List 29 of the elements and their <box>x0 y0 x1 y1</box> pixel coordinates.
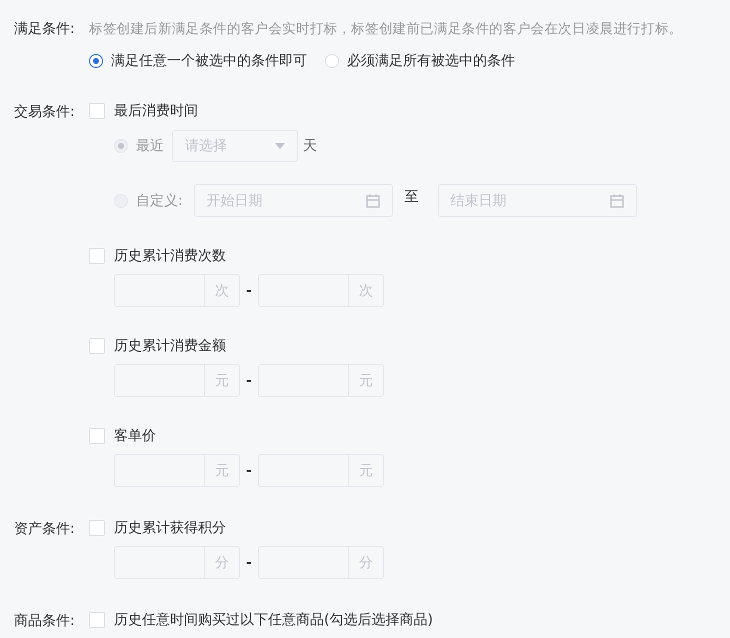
checkbox[interactable] <box>89 338 105 354</box>
checkbox[interactable] <box>89 103 105 119</box>
calendar-icon <box>366 194 380 208</box>
range-separator: - <box>246 462 252 478</box>
section-label: 交易条件: <box>14 103 76 122</box>
range-separator: - <box>246 554 252 570</box>
calendar-icon <box>610 194 624 208</box>
range-separator: 至 <box>404 188 419 206</box>
field-label: 满足条件: <box>14 20 76 38</box>
radio-button[interactable] <box>89 54 103 68</box>
hint-text: 标签创建后新满足条件的客户会实时打标，标签创建前已满足条件的客户会在次日凌晨进行打标。 <box>89 20 682 38</box>
checkbox[interactable] <box>89 520 105 536</box>
checkbox-label: 客单价 <box>114 427 156 445</box>
radio-label: 自定义: <box>136 192 183 210</box>
checkbox-label: 历史累计消费次数 <box>114 247 226 265</box>
range-separator: - <box>246 282 252 298</box>
radio-label: 最近 <box>136 137 164 155</box>
checkbox[interactable] <box>89 428 105 444</box>
checkbox-label: 历史累计消费金额 <box>114 337 226 355</box>
unit-label: 天 <box>303 137 317 155</box>
section-label: 商品条件: <box>14 612 76 630</box>
checkbox-label: 历史任意时间购买过以下任意商品(勾选后选择商品) <box>114 611 433 629</box>
section-label: 资产条件: <box>14 520 76 539</box>
checkbox-label: 历史累计获得积分 <box>114 519 226 537</box>
caret-icon <box>275 143 285 149</box>
checkbox[interactable] <box>89 612 105 628</box>
range-separator: - <box>246 372 252 388</box>
checkbox[interactable] <box>89 248 105 264</box>
checkbox-label: 最后消费时间 <box>114 102 198 120</box>
